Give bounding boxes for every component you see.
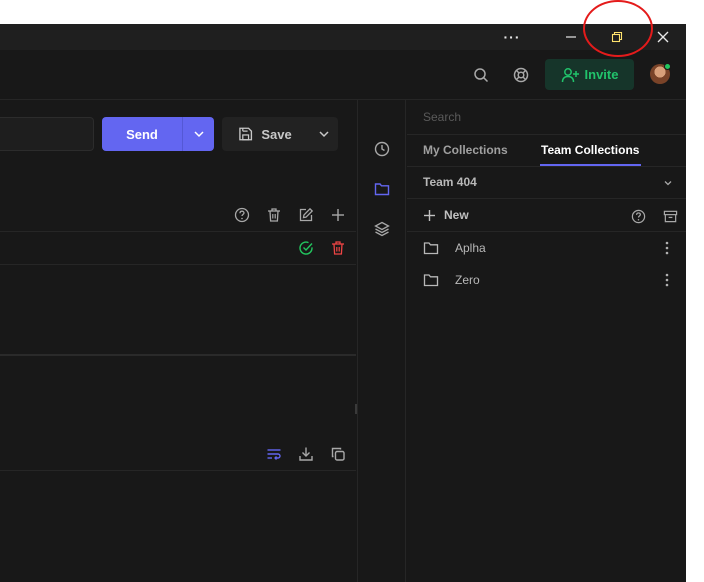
save-options-button[interactable] [309,128,338,140]
invite-label: Invite [584,67,619,82]
send-label: Send [126,126,158,142]
question-circle-icon [234,207,250,223]
copy-icon [331,447,345,461]
minimize-icon [566,36,576,38]
check-circle-icon [299,241,313,255]
tab-team-collections[interactable]: Team Collections [541,143,639,157]
history-button[interactable] [372,139,392,159]
trash-icon [268,208,280,222]
collection-item[interactable]: Aplha [407,232,686,264]
layers-icon [374,221,390,237]
tab-my-collections[interactable]: My Collections [423,143,508,157]
close-icon [657,31,669,43]
folder-icon [374,183,390,196]
ellipsis-icon: ··· [503,29,521,45]
download-icon [299,447,313,461]
archive-icon [663,210,677,222]
new-collection-button[interactable]: New [423,208,469,222]
divider [0,470,356,471]
trash-icon [332,241,344,255]
team-name: Team 404 [423,175,477,189]
send-options-button[interactable] [182,117,214,151]
kebab-menu-icon [665,273,669,287]
search-icon [474,68,489,83]
new-label: New [444,208,469,222]
chevron-down-icon [664,181,672,186]
app-header: Invite [0,50,686,100]
save-label: Save [261,126,292,142]
divider [0,264,356,265]
online-status-indicator [664,63,671,70]
collections-search-input[interactable]: Search [423,110,461,124]
save-button[interactable]: Save [222,117,338,151]
clock-icon [374,141,390,157]
support-button[interactable] [507,61,535,89]
import-export-button[interactable] [660,206,680,226]
wrap-text-icon [267,449,281,460]
red-circle-annotation [583,0,653,57]
lifebuoy-icon [513,67,529,83]
collection-label: Zero [455,273,480,287]
copy-response-button[interactable] [328,444,348,464]
app-window: ··· Invite Send Save Search My Collectio… [0,24,686,582]
active-tab-indicator [540,164,641,166]
line-wrap-button[interactable] [264,444,284,464]
toggle-param-button[interactable] [296,238,316,258]
question-circle-icon [631,209,645,223]
team-selector[interactable]: Team 404 [407,167,686,199]
outer-scrollbar[interactable] [686,24,704,582]
collections-help-button[interactable] [628,206,648,226]
folder-icon [423,242,439,255]
collection-options-button[interactable] [659,272,675,288]
new-collection-row: New [407,199,686,232]
collection-options-button[interactable] [659,240,675,256]
invite-button[interactable]: Invite [545,59,634,90]
resize-handle[interactable] [355,404,357,414]
collections-button[interactable] [372,179,392,199]
environments-button[interactable] [372,219,392,239]
collections-panel: Search My Collections Team Collections T… [407,100,686,582]
edit-icon [299,207,314,222]
clear-all-button[interactable] [264,205,284,225]
delete-param-button[interactable] [328,238,348,258]
plus-icon [424,209,435,221]
divider [0,231,356,232]
add-param-button[interactable] [328,205,348,225]
folder-icon [423,274,439,287]
collections-tabs: My Collections Team Collections [407,134,686,167]
bulk-edit-button[interactable] [296,205,316,225]
chevron-down-icon [319,131,329,138]
pane-splitter[interactable] [0,354,356,356]
download-response-button[interactable] [296,444,316,464]
plus-icon [332,209,344,221]
save-icon [239,127,253,141]
help-button[interactable] [232,205,252,225]
search-button[interactable] [467,61,495,89]
collection-label: Aplha [455,241,486,255]
user-plus-icon [561,67,579,82]
more-options-button[interactable]: ··· [489,24,535,50]
url-input[interactable] [0,117,94,151]
kebab-menu-icon [665,241,669,255]
collection-item[interactable]: Zero [407,264,686,296]
send-button[interactable]: Send [102,117,214,151]
chevron-down-icon [193,131,204,138]
sidebar-rail [357,100,406,582]
